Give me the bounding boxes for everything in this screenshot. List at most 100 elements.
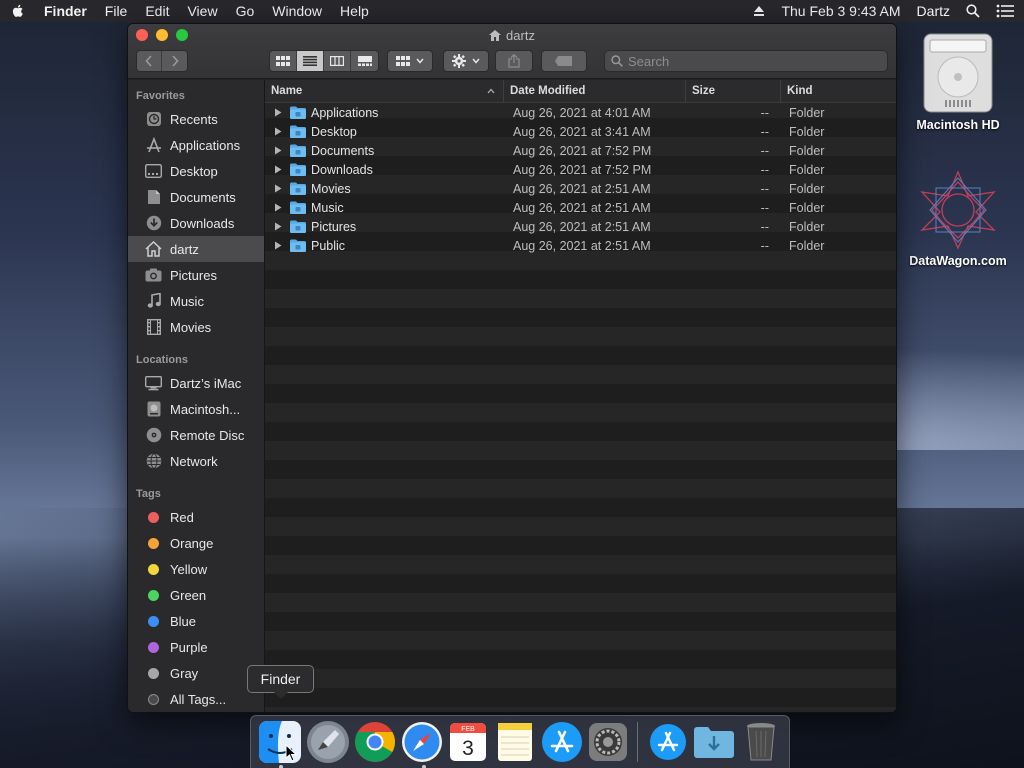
sidebar-tag-red[interactable]: Red bbox=[128, 504, 264, 530]
notification-center-icon[interactable] bbox=[996, 4, 1014, 18]
eject-icon[interactable] bbox=[753, 5, 765, 17]
sidebar-item-label: Macintosh... bbox=[170, 401, 241, 417]
menu-view[interactable]: View bbox=[187, 3, 217, 19]
disclosure-triangle-icon[interactable] bbox=[274, 146, 282, 155]
search-field[interactable] bbox=[604, 50, 888, 72]
sidebar-item-applications[interactable]: Applications bbox=[128, 132, 264, 158]
desktop-icon-datawagon[interactable]: DataWagon.com bbox=[898, 170, 1018, 268]
menu-window[interactable]: Window bbox=[272, 3, 322, 19]
sidebar-item-imac[interactable]: Dartz’s iMac bbox=[128, 370, 264, 396]
column-header-label: Name bbox=[271, 85, 303, 97]
file-name: Music bbox=[311, 200, 344, 215]
menu-go[interactable]: Go bbox=[236, 3, 255, 19]
sidebar-item-dartz[interactable]: dartz bbox=[128, 236, 264, 262]
dock-launchpad[interactable] bbox=[306, 719, 350, 765]
spotlight-search-icon[interactable] bbox=[966, 4, 980, 18]
share-button[interactable] bbox=[495, 50, 533, 72]
dock-trash[interactable] bbox=[739, 719, 782, 765]
table-row[interactable]: Documents Aug 26, 2021 at 7:52 PM -- Folder bbox=[265, 141, 896, 160]
disclosure-triangle-icon[interactable] bbox=[274, 165, 282, 174]
table-row[interactable]: Pictures Aug 26, 2021 at 2:51 AM -- Folder bbox=[265, 217, 896, 236]
disclosure-triangle-icon[interactable] bbox=[274, 127, 282, 136]
menu-file[interactable]: File bbox=[105, 3, 128, 19]
sidebar-item-label: Pictures bbox=[170, 267, 217, 283]
column-header-name[interactable]: Name bbox=[265, 80, 504, 102]
dock-safari[interactable] bbox=[401, 719, 444, 768]
sidebar-item-movies[interactable]: Movies bbox=[128, 314, 264, 340]
dock-chrome[interactable] bbox=[354, 719, 397, 765]
sidebar-tag-green[interactable]: Green bbox=[128, 582, 264, 608]
sidebar-item-label: Blue bbox=[170, 613, 197, 629]
sidebar-tag-orange[interactable]: Orange bbox=[128, 530, 264, 556]
desktop-icon-macintosh-hd[interactable]: Macintosh HD bbox=[898, 32, 1018, 132]
menu-help[interactable]: Help bbox=[340, 3, 369, 19]
sidebar-item-music[interactable]: Music bbox=[128, 288, 264, 314]
sidebar-item-documents[interactable]: Documents bbox=[128, 184, 264, 210]
disclosure-triangle-icon[interactable] bbox=[274, 108, 282, 117]
sidebar-item-recents[interactable]: Recents bbox=[128, 106, 264, 132]
sidebar-item-label: All Tags... bbox=[170, 691, 227, 707]
action-menu-button[interactable] bbox=[443, 50, 489, 72]
disclosure-triangle-icon[interactable] bbox=[274, 184, 282, 193]
table-row[interactable]: Movies Aug 26, 2021 at 2:51 AM -- Folder bbox=[265, 179, 896, 198]
icon-view-button[interactable] bbox=[270, 51, 297, 71]
sidebar-item-pictures[interactable]: Pictures bbox=[128, 262, 264, 288]
forward-button[interactable] bbox=[162, 51, 187, 71]
app-store-icon bbox=[541, 722, 582, 762]
gallery-view-button[interactable] bbox=[351, 51, 378, 71]
sidebar-item-desktop[interactable]: Desktop bbox=[128, 158, 264, 184]
window-titlebar[interactable]: dartz bbox=[128, 24, 896, 79]
sidebar-item-network[interactable]: Network bbox=[128, 448, 264, 474]
folder-icon bbox=[290, 201, 306, 214]
table-row[interactable]: Downloads Aug 26, 2021 at 7:52 PM -- Folder bbox=[265, 160, 896, 179]
table-row[interactable]: Desktop Aug 26, 2021 at 3:41 AM -- Folder bbox=[265, 122, 896, 141]
search-input[interactable] bbox=[628, 53, 868, 69]
column-view-button[interactable] bbox=[324, 51, 351, 71]
table-row[interactable]: Music Aug 26, 2021 at 2:51 AM -- Folder bbox=[265, 198, 896, 217]
sidebar-item-remote-disc[interactable]: Remote Disc bbox=[128, 422, 264, 448]
sidebar-item-macintosh-hd[interactable]: Macintosh... bbox=[128, 396, 264, 422]
tag-dot-icon bbox=[148, 589, 159, 601]
disclosure-triangle-icon[interactable] bbox=[274, 203, 282, 212]
column-headers: Name Date Modified Size Kind bbox=[265, 80, 896, 103]
file-name: Pictures bbox=[311, 219, 357, 234]
back-forward-control bbox=[136, 50, 188, 72]
sidebar-all-tags[interactable]: All Tags... bbox=[128, 686, 264, 712]
table-row[interactable]: Applications Aug 26, 2021 at 4:01 AM -- Fol… bbox=[265, 103, 896, 122]
column-header-date[interactable]: Date Modified bbox=[504, 80, 686, 102]
geometric-star-icon bbox=[920, 170, 996, 250]
dock-applications-stack[interactable] bbox=[646, 719, 689, 765]
apple-icon[interactable] bbox=[10, 3, 26, 19]
folder-icon bbox=[290, 239, 306, 252]
sidebar-tag-gray[interactable]: Gray bbox=[128, 660, 264, 686]
sidebar-item-downloads[interactable]: Downloads bbox=[128, 210, 264, 236]
gallery-icon bbox=[357, 56, 372, 66]
menu-app-name[interactable]: Finder bbox=[44, 3, 87, 19]
tags-button[interactable] bbox=[541, 50, 587, 72]
dock-app-store[interactable] bbox=[540, 719, 583, 765]
table-row[interactable]: Public Aug 26, 2021 at 2:51 AM -- Folder bbox=[265, 236, 896, 255]
file-name: Public bbox=[311, 238, 346, 253]
column-header-size[interactable]: Size bbox=[686, 80, 781, 102]
dock-system-preferences[interactable] bbox=[587, 719, 630, 765]
dock-calendar[interactable]: FEB 3 bbox=[447, 719, 490, 765]
disc-icon bbox=[146, 427, 161, 443]
menu-user[interactable]: Dartz bbox=[917, 3, 950, 19]
group-by-button[interactable] bbox=[387, 50, 433, 72]
file-name: Downloads bbox=[311, 162, 373, 177]
list-view-button[interactable] bbox=[297, 51, 324, 71]
column-header-label: Kind bbox=[787, 85, 813, 97]
cell-name: Music bbox=[265, 201, 504, 215]
sidebar-tag-purple[interactable]: Purple bbox=[128, 634, 264, 660]
menu-clock[interactable]: Thu Feb 3 9:43 AM bbox=[781, 3, 900, 19]
sidebar-tag-blue[interactable]: Blue bbox=[128, 608, 264, 634]
disclosure-triangle-icon[interactable] bbox=[274, 222, 282, 231]
dock-downloads-stack[interactable] bbox=[693, 719, 736, 765]
disclosure-triangle-icon[interactable] bbox=[274, 241, 282, 250]
menu-edit[interactable]: Edit bbox=[145, 3, 169, 19]
dock-notes[interactable] bbox=[494, 719, 537, 765]
back-button[interactable] bbox=[137, 51, 163, 71]
column-header-kind[interactable]: Kind bbox=[781, 80, 896, 102]
column-header-label: Size bbox=[692, 85, 716, 97]
sidebar-tag-yellow[interactable]: Yellow bbox=[128, 556, 264, 582]
